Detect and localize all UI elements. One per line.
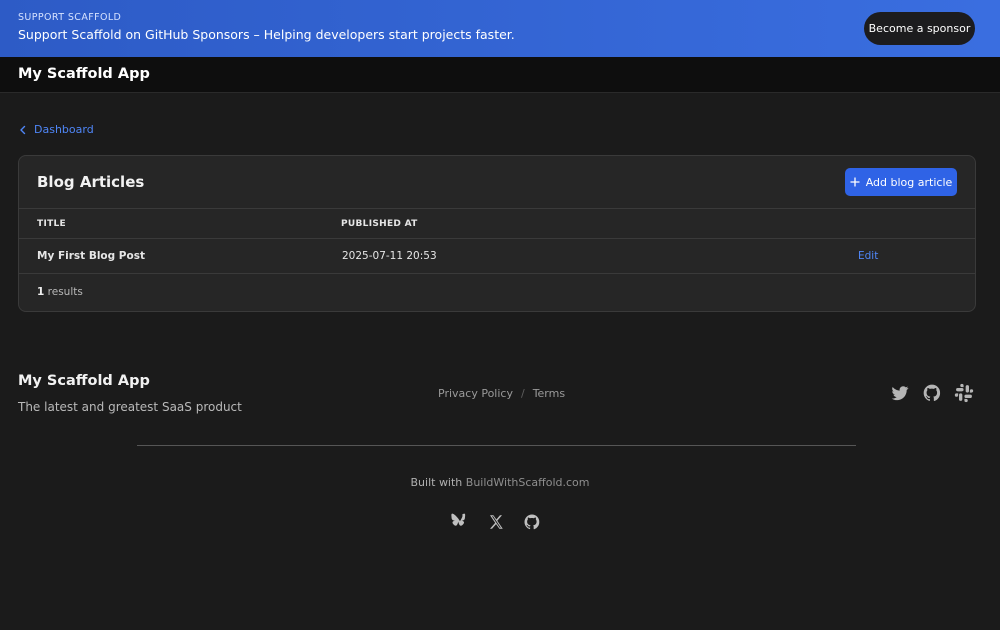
banner-kicker: SUPPORT SCAFFOLD: [18, 12, 122, 23]
app-header: My Scaffold App: [0, 57, 1000, 93]
row-title: My First Blog Post: [37, 250, 145, 262]
row-published-at: 2025-07-11 20:53: [342, 250, 437, 262]
card-title: Blog Articles: [37, 173, 145, 191]
x-icon[interactable]: [487, 513, 505, 531]
blog-articles-card: Blog Articles Add blog article TITLE PUB…: [18, 155, 976, 312]
link-separator: /: [520, 387, 525, 400]
add-blog-article-button[interactable]: Add blog article: [845, 168, 957, 196]
footer-tagline: The latest and greatest SaaS product: [18, 400, 242, 414]
add-blog-article-label: Add blog article: [865, 175, 953, 189]
slack-icon[interactable]: [954, 383, 974, 403]
bluesky-icon[interactable]: [451, 513, 469, 531]
footer-social-links: [890, 383, 974, 403]
built-with-text: Built with BuildWithScaffold.com: [0, 476, 1000, 489]
breadcrumb-dashboard-link[interactable]: Dashboard: [34, 123, 94, 136]
sponsor-banner: SUPPORT SCAFFOLD Support Scaffold on Git…: [0, 0, 1000, 57]
github-icon[interactable]: [523, 513, 541, 531]
privacy-policy-link[interactable]: Privacy Policy: [438, 387, 513, 400]
bottom-social-links: [451, 513, 541, 531]
results-count: 1 results: [37, 286, 83, 298]
breadcrumb[interactable]: Dashboard: [18, 123, 94, 136]
terms-link[interactable]: Terms: [533, 387, 565, 400]
twitter-icon[interactable]: [890, 383, 910, 403]
app-title[interactable]: My Scaffold App: [18, 66, 150, 82]
footer-app-title: My Scaffold App: [18, 373, 150, 389]
footer-links: Privacy Policy / Terms: [438, 387, 565, 400]
build-with-scaffold-link[interactable]: BuildWithScaffold.com: [466, 476, 590, 489]
banner-text: Support Scaffold on GitHub Sponsors – He…: [18, 27, 515, 42]
table-row[interactable]: My First Blog Post 2025-07-11 20:53 Edit: [19, 239, 975, 274]
chevron-left-icon: [20, 125, 26, 134]
table-header: TITLE PUBLISHED AT: [19, 208, 975, 239]
results-label: results: [44, 286, 83, 298]
become-sponsor-button[interactable]: Become a sponsor: [864, 12, 975, 45]
edit-link[interactable]: Edit: [858, 250, 878, 262]
github-icon[interactable]: [922, 383, 942, 403]
column-header-title[interactable]: TITLE: [37, 219, 66, 229]
footer-divider: [137, 445, 856, 446]
built-with-prefix: Built with: [410, 476, 466, 489]
column-header-published-at[interactable]: PUBLISHED AT: [341, 219, 418, 229]
plus-icon: [850, 177, 860, 187]
